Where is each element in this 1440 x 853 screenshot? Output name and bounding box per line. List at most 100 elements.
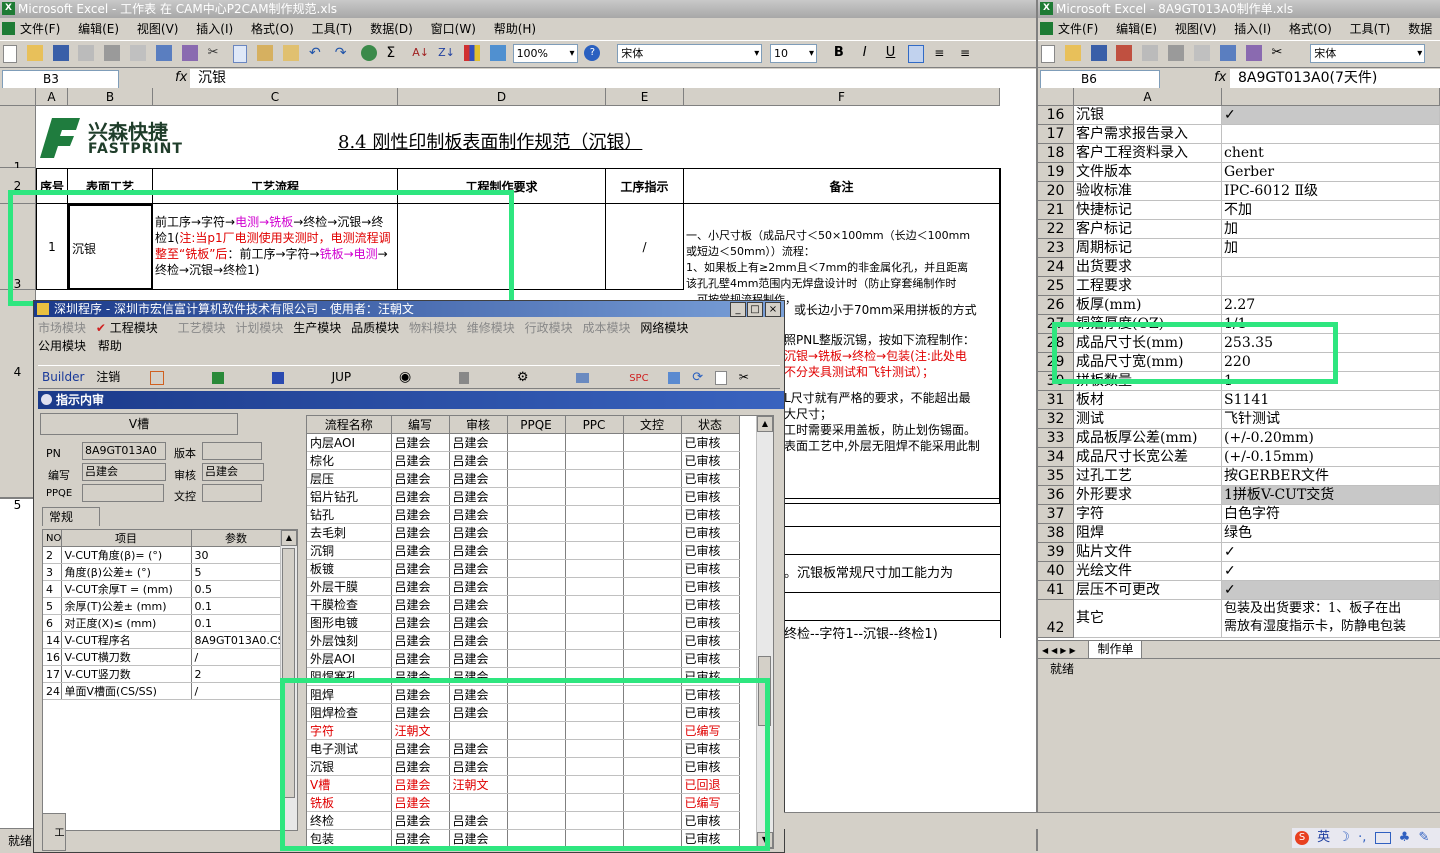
flow-ppc[interactable] [565, 811, 624, 830]
param-no[interactable]: 24 [43, 682, 62, 700]
r-select-all[interactable] [1038, 88, 1074, 106]
col-header-d[interactable]: D [398, 88, 606, 106]
cell-c3[interactable]: 前工序→字符→电测→铣板→终检→沉银→终检1(注:当p1厂电测使用夹测时，电测流… [153, 204, 398, 290]
flow-ppqe[interactable] [507, 541, 566, 560]
r-row-header[interactable]: 40 [1038, 562, 1074, 581]
flow-dc[interactable] [623, 739, 682, 758]
flow-ppc[interactable] [565, 559, 624, 578]
col-header-a[interactable]: A [36, 88, 68, 106]
flow-ppqe[interactable] [507, 649, 566, 668]
r-permission-icon[interactable] [1116, 45, 1133, 61]
flow-ppqe[interactable] [507, 451, 566, 470]
flow-writer[interactable]: 吕建会 [391, 667, 450, 686]
param-value[interactable]: 0.5 [191, 580, 282, 598]
database-icon[interactable] [459, 371, 470, 384]
writer-field[interactable]: 吕建会 [82, 463, 166, 481]
flow-row[interactable]: 棕化 吕建会 吕建会 已审核 [307, 451, 740, 470]
menu-file[interactable]: 文件(F) [20, 22, 60, 36]
flow-reviewer[interactable]: 吕建会 [449, 739, 508, 758]
research-icon[interactable] [181, 45, 198, 61]
select-all-corner[interactable] [0, 88, 36, 106]
param-row[interactable]: 5 余厚(T)公差± (mm) 0.1 [43, 597, 282, 615]
flow-dc[interactable] [623, 721, 682, 740]
r-cell-value[interactable] [1222, 125, 1440, 144]
flow-status[interactable]: 已审核 [681, 613, 740, 632]
flow-row[interactable]: 外层AOI 吕建会 吕建会 已审核 [307, 649, 740, 668]
r-cell-value[interactable]: S1141 [1222, 391, 1440, 410]
flow-row[interactable]: 外层干膜 吕建会 吕建会 已审核 [307, 577, 740, 596]
flow-row[interactable]: 阻焊检查 吕建会 吕建会 已审核 [307, 703, 740, 722]
flow-row[interactable]: 干膜检查 吕建会 吕建会 已审核 [307, 595, 740, 614]
bottom-scroll-strip[interactable] [784, 812, 1440, 829]
flow-name[interactable]: 阻焊塞孔 [307, 667, 392, 686]
flow-name[interactable]: 外层AOI [307, 649, 392, 668]
param-no[interactable]: 6 [43, 614, 62, 632]
flow-name[interactable]: 干膜检查 [307, 595, 392, 614]
tab-nav-icon[interactable]: ◀◀▶▶ [1042, 646, 1079, 655]
cell-b3[interactable]: 沉银 [68, 204, 153, 290]
param-no[interactable]: 16 [43, 648, 62, 666]
flow-name[interactable]: 沉铜 [307, 541, 392, 560]
print-icon[interactable] [104, 45, 121, 61]
param-item[interactable]: 单面V槽面(CS/SS) [61, 682, 192, 700]
flow-reviewer[interactable]: 吕建会 [449, 667, 508, 686]
param-item[interactable]: 对正度(X)≤ (mm) [61, 614, 192, 632]
builder-button[interactable]: Builder [42, 370, 84, 384]
flow-reviewer[interactable] [449, 793, 508, 812]
logout-button[interactable]: 注销 [96, 370, 120, 384]
menu-format[interactable]: 格式(O) [251, 22, 294, 36]
flow-writer[interactable]: 吕建会 [391, 829, 450, 848]
r-cell-label[interactable]: 客户标记 [1074, 220, 1222, 239]
r-row-header[interactable]: 28 [1038, 334, 1074, 353]
align-right-icon[interactable]: ≡ [960, 45, 976, 61]
flow-writer[interactable]: 吕建会 [391, 595, 450, 614]
flow-dc[interactable] [623, 487, 682, 506]
row-header-1[interactable]: 1 [0, 106, 36, 174]
flow-dc[interactable] [623, 703, 682, 722]
r-cell-label[interactable]: 工程要求 [1074, 277, 1222, 296]
flow-status[interactable]: 已审核 [681, 829, 740, 848]
row-header-2[interactable]: 2 [0, 168, 36, 204]
flow-dc[interactable] [623, 667, 682, 686]
r-cell-value[interactable]: chent [1222, 144, 1440, 163]
row-header-5[interactable]: 5 [0, 498, 36, 512]
flow-reviewer[interactable]: 吕建会 [449, 613, 508, 632]
flow-name[interactable]: 包装 [307, 829, 392, 848]
r-cell-label[interactable]: 客户需求报告录入 [1074, 125, 1222, 144]
doc-icon[interactable] [714, 370, 727, 385]
hyperlink-icon[interactable] [360, 45, 377, 61]
paste-icon[interactable] [257, 45, 274, 61]
flow-dc[interactable] [623, 541, 682, 560]
param-row[interactable]: 17 V-CUT竖刀数 2 [43, 665, 282, 683]
flow-ppc[interactable] [565, 595, 624, 614]
flow-name[interactable]: V槽 [307, 775, 392, 794]
flow-dc[interactable] [623, 829, 682, 848]
flow-reviewer[interactable]: 吕建会 [449, 505, 508, 524]
r-row-header-42[interactable]: 42 [1038, 600, 1074, 638]
flow-writer[interactable]: 吕建会 [391, 649, 450, 668]
cell-d3[interactable] [398, 204, 606, 290]
r-new-icon[interactable] [1041, 45, 1055, 63]
print-preview-icon[interactable] [130, 45, 147, 61]
sort-ascending-icon[interactable]: A↓ [412, 45, 429, 61]
wrench-icon[interactable]: ✎ [1418, 830, 1429, 845]
flow-writer[interactable]: 吕建会 [391, 775, 450, 794]
r-row-header[interactable]: 31 [1038, 391, 1074, 410]
left-name-box[interactable]: B3 [2, 70, 119, 89]
r-save-icon[interactable] [1090, 45, 1107, 61]
italic-icon[interactable]: I [857, 45, 873, 61]
r-menu-edit[interactable]: 编辑(E) [1116, 22, 1157, 36]
flow-row[interactable]: 阻焊塞孔 吕建会 吕建会 已审核 [307, 667, 740, 686]
flow-status[interactable]: 已审核 [681, 487, 740, 506]
menu-network[interactable]: 网络模块 [640, 321, 688, 335]
flow-ppqe[interactable] [507, 595, 566, 614]
flow-ppc[interactable] [565, 829, 624, 848]
flow-dc[interactable] [623, 847, 682, 848]
flow-name[interactable]: 阻焊 [307, 685, 392, 704]
chart-wizard-icon[interactable] [463, 45, 480, 61]
r-row-header[interactable]: 19 [1038, 163, 1074, 182]
flow-writer[interactable]: 吕建会 [391, 505, 450, 524]
font-size-combo[interactable]: 10 [770, 44, 818, 63]
param-row[interactable]: 24 单面V槽面(CS/SS) / [43, 682, 282, 700]
word-export-icon[interactable] [271, 371, 284, 384]
